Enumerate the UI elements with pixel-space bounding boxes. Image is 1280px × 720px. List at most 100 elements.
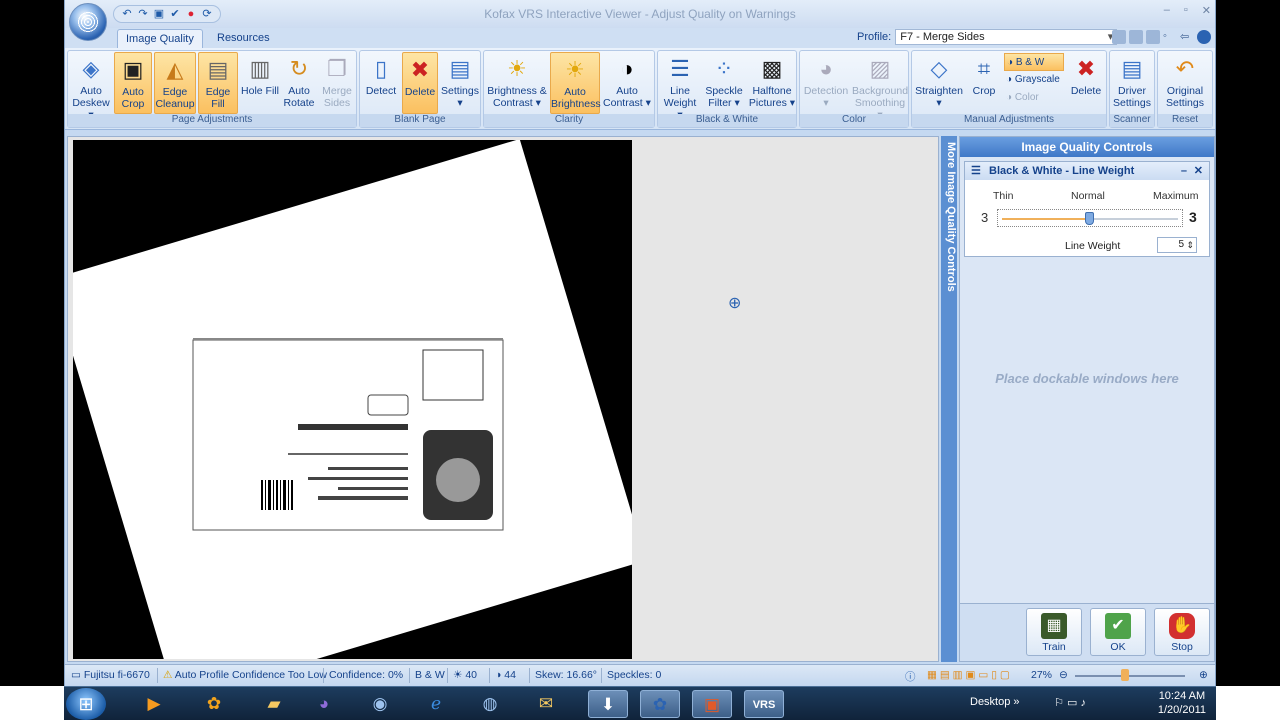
- speckle-filter-button[interactable]: ⁘ Speckle Filter ▾: [702, 52, 746, 114]
- vrs-taskbar-button[interactable]: VRS: [744, 690, 784, 718]
- tray-icons[interactable]: ⚐ ▭ ♪: [1054, 696, 1086, 709]
- edge-cleanup-button[interactable]: ◭ Edge Cleanup: [154, 52, 196, 114]
- stop-button[interactable]: ✋ Stop: [1154, 608, 1210, 656]
- profile-dropdown[interactable]: F7 - Merge Sides: [895, 29, 1118, 45]
- divider: [409, 668, 410, 683]
- desktop-toolbar[interactable]: Desktop »: [970, 696, 1020, 708]
- mode-bw-button[interactable]: ◑ B & W: [1004, 53, 1064, 71]
- sun-icon: ☀: [565, 57, 585, 82]
- auto-brightness-button[interactable]: ☀ Auto Brightness: [550, 52, 601, 114]
- group-label-clarity: Clarity: [484, 114, 654, 127]
- chalkboard-icon: ▦: [1041, 613, 1067, 639]
- edge-fill-button[interactable]: ▤ Edge Fill: [198, 52, 238, 114]
- close-icon[interactable]: ✕: [1194, 162, 1203, 180]
- straighten-button[interactable]: ◇ Straighten ▾: [914, 52, 964, 114]
- line-weight-button[interactable]: ☰Line Weight ▾: [660, 52, 700, 121]
- dock-strip[interactable]: More Image Quality Controls: [941, 136, 957, 662]
- collapse-icon[interactable]: –: [1181, 162, 1187, 180]
- line-weight-icon: ☰: [670, 56, 690, 81]
- minimize-button[interactable]: –: [1164, 4, 1170, 17]
- zoom-thumb[interactable]: [1121, 669, 1129, 681]
- auto-crop-button[interactable]: ▣ Auto Crop: [114, 52, 152, 114]
- image-canvas[interactable]: [73, 140, 632, 659]
- mode-grayscale-button[interactable]: ◑ Grayscale: [1004, 71, 1064, 89]
- line-weight-slider[interactable]: [997, 209, 1183, 227]
- group-scanner: ▤ Driver Settings Scanner: [1109, 50, 1155, 128]
- group-label-black-white: Black & White: [658, 114, 796, 127]
- divider: [601, 668, 602, 683]
- rotate-icon: ↻: [289, 56, 309, 81]
- close-button[interactable]: ✕: [1202, 4, 1211, 17]
- ok-button[interactable]: ✔ OK: [1090, 608, 1146, 656]
- kofax-icon[interactable]: ◍: [470, 690, 510, 718]
- divider: [157, 668, 158, 683]
- zoom-level: 27%: [1031, 669, 1053, 681]
- help-icon[interactable]: [1197, 30, 1211, 44]
- flower-icon[interactable]: ✿: [194, 690, 234, 718]
- driver-settings-button[interactable]: ▤ Driver Settings: [1111, 52, 1153, 114]
- mail-icon[interactable]: ✉: [526, 690, 566, 718]
- installer-icon[interactable]: ⬇: [588, 690, 628, 718]
- layout-icon[interactable]: [1146, 30, 1160, 44]
- group-page-adjustments: ◈Auto Deskew ▾ ▣Auto Crop ◭Edge Cleanup …: [67, 50, 357, 128]
- contrast-icon: ◑: [495, 669, 502, 681]
- ie-icon[interactable]: ℯ: [416, 690, 456, 718]
- group-label-manual-adjustments: Manual Adjustments: [912, 114, 1106, 127]
- view-icons[interactable]: ▦ ▤ ▥ ▣ ▭ ▯ ▢: [927, 669, 1010, 681]
- zoom-out-icon[interactable]: ⊖: [1059, 669, 1068, 681]
- speckles-status: Speckles: 0: [607, 669, 662, 681]
- zoom-in-icon[interactable]: ⊕: [1199, 669, 1208, 681]
- menu-icon[interactable]: ☰: [971, 162, 981, 180]
- bird-icon[interactable]: ◕: [304, 690, 344, 718]
- blank-settings-button[interactable]: ▤ Settings ▾: [440, 52, 480, 114]
- tab-resources[interactable]: Resources: [209, 29, 278, 48]
- pin-icon[interactable]: ◦: [1163, 30, 1177, 44]
- zoom-slider[interactable]: [1075, 675, 1185, 677]
- back-icon[interactable]: ⇦: [1180, 30, 1194, 44]
- taskbar: ⊞ ▶ ✿ ▰ ◕ ◉ ℯ ◍ ✉ ⬇ ✿ ▣ VRS Desktop » ⚐ …: [64, 686, 1216, 720]
- driver-settings-icon: ▤: [1121, 56, 1143, 81]
- hole-fill-button[interactable]: ▥ Hole Fill: [240, 52, 280, 114]
- image-viewer[interactable]: ⊕: [67, 136, 939, 662]
- halftone-pictures-button[interactable]: ▩ Halftone Pictures ▾: [748, 52, 796, 114]
- group-label-color: Color: [800, 114, 908, 127]
- scanned-document: [73, 140, 632, 659]
- auto-rotate-button[interactable]: ↻ Auto Rotate: [280, 52, 318, 114]
- delete-blank-button[interactable]: ✖ Delete: [402, 52, 438, 114]
- media-icon[interactable]: ▶: [134, 690, 174, 718]
- tab-image-quality[interactable]: Image Quality: [117, 29, 203, 48]
- panel-title: Image Quality Controls: [960, 137, 1214, 157]
- maximize-button[interactable]: ▫: [1184, 4, 1188, 17]
- original-settings-button[interactable]: ↶ Original Settings: [1160, 52, 1210, 114]
- save-icon[interactable]: [1112, 30, 1126, 44]
- background-smoothing-button[interactable]: ▨Background Smoothing ▾: [852, 52, 908, 121]
- line-weight-spinner[interactable]: 5: [1157, 237, 1197, 253]
- start-button[interactable]: ⊞: [66, 688, 106, 720]
- manual-delete-button[interactable]: ✖ Delete: [1068, 52, 1104, 114]
- group-black-white: ☰Line Weight ▾ ⁘Speckle Filter ▾ ▩Halfto…: [657, 50, 797, 128]
- save-as-icon[interactable]: [1129, 30, 1143, 44]
- label-thin: Thin: [993, 190, 1014, 202]
- right-letterbox: [1216, 0, 1280, 686]
- mode-color-button[interactable]: ◑ Color: [1004, 89, 1064, 107]
- folder-icon[interactable]: ▰: [254, 690, 294, 718]
- app-menu-button[interactable]: [69, 3, 107, 41]
- presentation-icon[interactable]: ▣: [692, 690, 732, 718]
- crop-button[interactable]: ⌗ Crop: [966, 52, 1002, 114]
- warning-status[interactable]: ⚠ Auto Profile Confidence Too Low: [163, 669, 327, 681]
- color-detection-button[interactable]: ◕ Detection ▾: [802, 52, 850, 114]
- group-clarity: ☀ Brightness & Contrast ▾ ☀ Auto Brightnes…: [483, 50, 655, 128]
- auto-deskew-button[interactable]: ◈Auto Deskew ▾: [70, 52, 112, 121]
- merge-sides-button[interactable]: ❐ Merge Sides: [318, 52, 356, 114]
- orb-icon[interactable]: ◉: [360, 690, 400, 718]
- crop-frame-icon: ▣: [122, 57, 144, 82]
- auto-contrast-button[interactable]: ◑ Auto Contrast ▾: [602, 52, 652, 114]
- clock[interactable]: 10:24 AM 1/20/2011: [1158, 689, 1206, 717]
- page-detect-icon: ▯: [374, 56, 388, 81]
- flower-blue-icon[interactable]: ✿: [640, 690, 680, 718]
- slider-thumb[interactable]: [1085, 212, 1094, 225]
- info-icon[interactable]: ⓘ: [905, 669, 916, 684]
- brightness-contrast-button[interactable]: ☀ Brightness & Contrast ▾: [486, 52, 548, 114]
- train-button[interactable]: ▦ Train: [1026, 608, 1082, 656]
- detect-button[interactable]: ▯ Detect: [362, 52, 400, 114]
